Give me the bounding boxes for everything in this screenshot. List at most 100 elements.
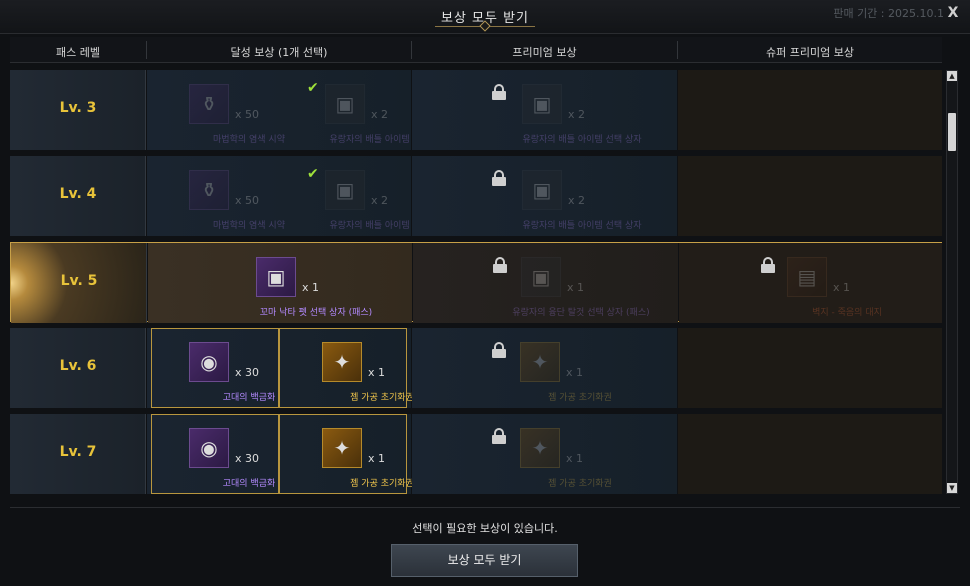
lock-icon [492, 84, 506, 100]
item-name: 꼬마 낙타 펫 선택 상자 (패스) [259, 308, 373, 318]
table-row: Lv. 3 ⚱ x 50 마법학의 염색 시약 ✔ ▣ x 2 유랑자의 배틀 … [10, 70, 942, 150]
lock-icon [492, 170, 506, 186]
reward-item: ✦ x 1 젬 가공 초기화권 [520, 342, 640, 403]
col-achievement: 달성 보상 (1개 선택) [230, 46, 328, 59]
title-ornament [435, 20, 535, 32]
item-qty: x 2 [371, 194, 389, 207]
ticket-icon: ✦ [322, 428, 362, 468]
achievement-cell: ▣ x 1 꼬마 낙타 펫 선택 상자 (패스) [148, 243, 412, 323]
ticket-icon: ✦ [520, 342, 560, 382]
claim-all-button[interactable]: 보상 모두 받기 [391, 544, 578, 577]
ticket-icon: ✦ [520, 428, 560, 468]
premium-cell: ▣ x 2 유랑자의 배틀 아이템 선택 상자 [412, 70, 677, 150]
table-row-current: Lv. 5 ▣ x 1 꼬마 낙타 펫 선택 상자 (패스) ▣ x 1 유랑자… [10, 242, 942, 323]
level-label: Lv. 5 [60, 273, 98, 289]
level-label: Lv. 6 [59, 358, 97, 374]
reward-item: ✦ x 1 젬 가공 초기화권 [520, 428, 640, 489]
level-cell: Lv. 7 [10, 414, 146, 494]
item-name: 젬 가공 초기화권 [548, 393, 612, 403]
reward-item: ▣ x 2 유랑자의 배틀 아이템 선택 상자 [522, 170, 642, 231]
item-qty: x 2 [568, 108, 586, 121]
level-label: Lv. 7 [59, 444, 97, 460]
premium-cell: ✦ x 1 젬 가공 초기화권 [412, 414, 677, 494]
chest-icon: ▣ [325, 170, 365, 210]
super-premium-cell [678, 328, 942, 408]
item-qty: x 50 [235, 108, 260, 121]
col-super-premium: 슈퍼 프리미엄 보상 [766, 46, 854, 59]
item-qty: x 30 [235, 452, 260, 465]
achievement-cell: ◉ x 30 고대의 백금화 ✦ x 1 젬 가공 초기화권 [147, 328, 414, 408]
col-pass-level: 패스 레벨 [56, 46, 100, 59]
item-qty: x 1 [566, 452, 584, 465]
sale-period-label: 판매 기간 : 2025.10.1 [833, 7, 944, 20]
item-qty: x 50 [235, 194, 260, 207]
item-name: 젬 가공 초기화권 [548, 479, 612, 489]
item-name: 벽지 - 죽음의 대지 [812, 308, 882, 318]
super-premium-cell: ▤ x 1 벽지 - 죽음의 대지 [679, 243, 942, 323]
super-premium-cell [678, 70, 942, 150]
item-qty: x 1 [368, 452, 386, 465]
premium-cell: ✦ x 1 젬 가공 초기화권 [412, 328, 677, 408]
reward-item: ▣ x 2 유랑자의 배틀 아이템 선택 상자 [522, 84, 642, 145]
selection-notice: 선택이 필요한 보상이 있습니다. [412, 522, 558, 535]
reward-item: ▤ x 1 벽지 - 죽음의 대지 [787, 257, 907, 318]
level-cell: Lv. 6 [10, 328, 146, 408]
premium-cell: ▣ x 2 유랑자의 배틀 아이템 선택 상자 [412, 156, 677, 236]
level-label: Lv. 4 [59, 186, 97, 202]
scroll-up-button[interactable]: ▲ [947, 71, 957, 81]
premium-cell: ▣ x 1 유랑자의 융단 탈것 선택 상자 (패스) [413, 243, 678, 323]
scrollbar[interactable]: ▲ ▼ [946, 70, 958, 494]
super-premium-cell [678, 414, 942, 494]
table-row: Lv. 7 ◉ x 30 고대의 백금화 ✦ x 1 젬 가공 초기화권 ✦ x… [10, 414, 942, 494]
item-name: 유랑자의 배틀 아이템 선택 상자 [522, 135, 642, 145]
item-qty: x 1 [567, 281, 585, 294]
item-qty: x 30 [235, 366, 260, 379]
lock-icon [761, 257, 775, 273]
reward-rows: Lv. 3 ⚱ x 50 마법학의 염색 시약 ✔ ▣ x 2 유랑자의 배틀 … [10, 70, 942, 494]
item-qty: x 1 [302, 281, 320, 294]
potion-icon: ⚱ [189, 84, 229, 124]
lock-icon [493, 257, 507, 273]
level-cell: Lv. 4 [10, 156, 146, 236]
footer-divider [10, 507, 960, 508]
reward-item: ▣ x 1 유랑자의 융단 탈것 선택 상자 (패스) [512, 257, 650, 318]
lock-icon [492, 428, 506, 444]
item-qty: x 2 [371, 108, 389, 121]
pet-chest-icon: ▣ [256, 257, 296, 297]
wallpaper-icon: ▤ [787, 257, 827, 297]
table-row: Lv. 6 ◉ x 30 고대의 백금화 ✦ x 1 젬 가공 초기화권 ✦ x… [10, 328, 942, 408]
coin-icon: ◉ [189, 342, 229, 382]
ticket-icon: ✦ [322, 342, 362, 382]
level-cell: Lv. 3 [10, 70, 146, 150]
achievement-cell: ⚱ x 50 마법학의 염색 시약 ✔ ▣ x 2 유랑자의 배틀 아이템 선택… [147, 156, 441, 236]
lock-icon [492, 342, 506, 358]
level-label: Lv. 3 [59, 100, 97, 116]
item-qty: x 1 [833, 281, 851, 294]
check-icon: ✔ [307, 80, 319, 96]
check-icon: ✔ [307, 166, 319, 182]
chest-icon: ▣ [325, 84, 365, 124]
table-header: 패스 레벨 달성 보상 (1개 선택) 프리미엄 보상 슈퍼 프리미엄 보상 [10, 37, 942, 63]
scroll-down-button[interactable]: ▼ [947, 483, 957, 493]
chest-icon: ▣ [522, 170, 562, 210]
chest-icon: ▣ [521, 257, 561, 297]
item-qty: x 1 [566, 366, 584, 379]
chest-icon: ▣ [522, 84, 562, 124]
potion-icon: ⚱ [189, 170, 229, 210]
reward-item[interactable]: ▣ x 1 꼬마 낙타 펫 선택 상자 (패스) [256, 257, 376, 318]
achievement-cell: ◉ x 30 고대의 백금화 ✦ x 1 젬 가공 초기화권 [147, 414, 414, 494]
level-cell: Lv. 5 [11, 243, 147, 323]
item-qty: x 2 [568, 194, 586, 207]
super-premium-cell [678, 156, 942, 236]
scroll-thumb[interactable] [948, 113, 956, 151]
item-name: 유랑자의 융단 탈것 선택 상자 (패스) [512, 308, 650, 318]
table-row: Lv. 4 ⚱ x 50 마법학의 염색 시약 ✔ ▣ x 2 유랑자의 배틀 … [10, 156, 942, 236]
coin-icon: ◉ [189, 428, 229, 468]
col-premium: 프리미엄 보상 [512, 46, 577, 59]
close-button[interactable]: X [944, 5, 962, 21]
modal-titlebar: 보상 모두 받기 판매 기간 : 2025.10.1 X [0, 0, 970, 34]
reward-modal: 보상 모두 받기 판매 기간 : 2025.10.1 X 패스 레벨 달성 보상… [0, 0, 970, 586]
item-qty: x 1 [368, 366, 386, 379]
achievement-cell: ⚱ x 50 마법학의 염색 시약 ✔ ▣ x 2 유랑자의 배틀 아이템 선택… [147, 70, 441, 150]
item-name: 유랑자의 배틀 아이템 선택 상자 [522, 221, 642, 231]
